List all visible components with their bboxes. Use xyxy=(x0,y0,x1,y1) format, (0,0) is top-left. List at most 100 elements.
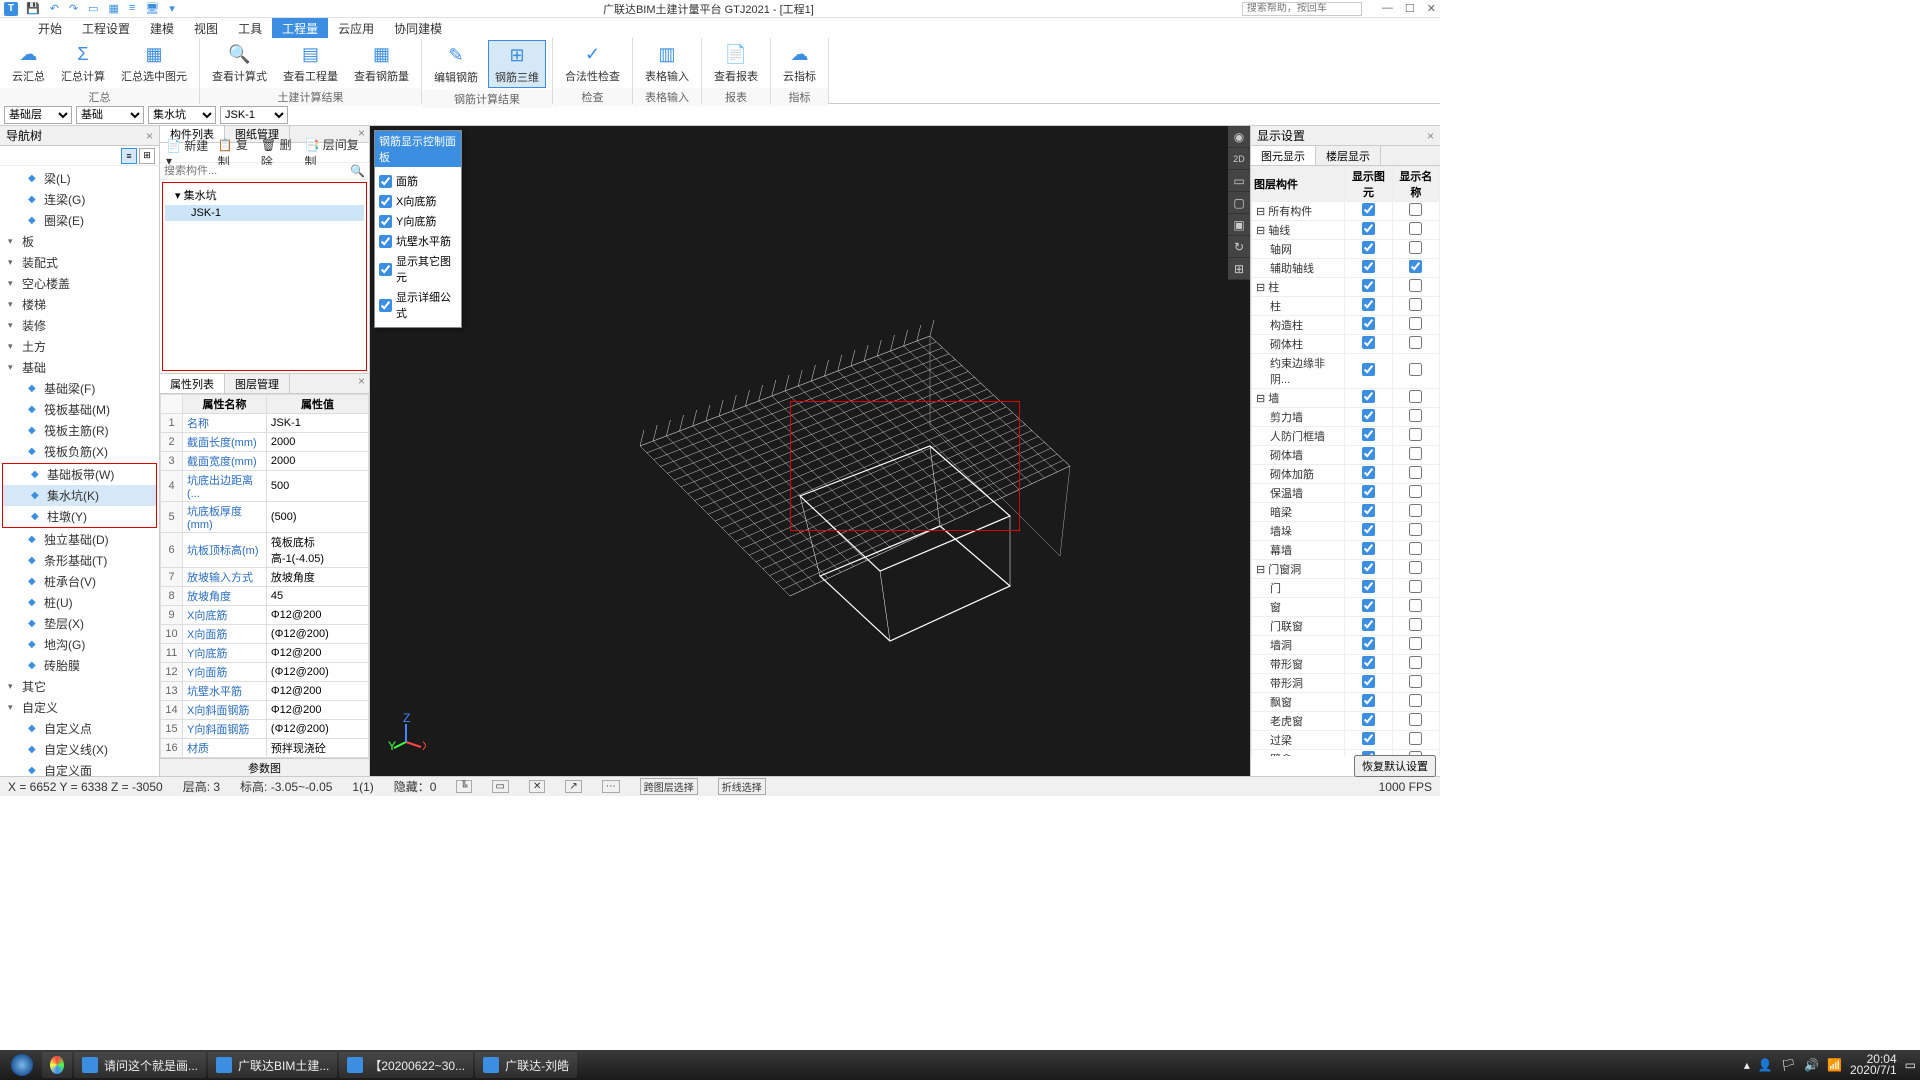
layer-row[interactable]: 门 xyxy=(1252,579,1345,598)
layer-row[interactable]: ⊟ 门窗洞 xyxy=(1252,560,1345,579)
layer-row[interactable]: 墙洞 xyxy=(1252,636,1345,655)
vp-grid-icon[interactable]: ⊞ xyxy=(1228,258,1250,280)
menu-tab-1[interactable]: 工程设置 xyxy=(72,18,140,38)
nav-item[interactable]: ◆自定义点 xyxy=(0,718,159,739)
floor-select[interactable]: 基础层 xyxy=(4,106,72,124)
vp-box-icon[interactable]: ▣ xyxy=(1228,214,1250,236)
nav-tree-close-icon[interactable]: × xyxy=(146,129,153,143)
show-name-checkbox[interactable] xyxy=(1409,675,1422,688)
menu-tab-4[interactable]: 工具 xyxy=(228,18,272,38)
show-name-checkbox[interactable] xyxy=(1409,485,1422,498)
qat-print-icon[interactable]: 🖥 xyxy=(145,2,159,15)
help-search-input[interactable] xyxy=(1242,2,1362,16)
show-element-checkbox[interactable] xyxy=(1362,298,1375,311)
layer-row[interactable]: 保温墙 xyxy=(1252,484,1345,503)
nav-group[interactable]: ▾装修 xyxy=(0,315,159,336)
prop-value[interactable]: 2000 xyxy=(266,452,368,471)
prop-value[interactable]: (Φ12@200) xyxy=(266,720,368,739)
show-element-checkbox[interactable] xyxy=(1362,485,1375,498)
ribbon-汇总计算[interactable]: Σ汇总计算 xyxy=(55,40,111,86)
nav-view-grid-icon[interactable]: ⊞ xyxy=(139,148,155,164)
nav-item[interactable]: ◆圈梁(E) xyxy=(0,210,159,231)
nav-item[interactable]: ◆筏板基础(M) xyxy=(0,399,159,420)
item-select[interactable]: JSK-1 xyxy=(220,106,288,124)
show-name-checkbox[interactable] xyxy=(1409,580,1422,593)
tab-element-display[interactable]: 图元显示 xyxy=(1251,146,1316,165)
nav-group[interactable]: ▾其它 xyxy=(0,676,159,697)
show-element-checkbox[interactable] xyxy=(1362,694,1375,707)
layer-row[interactable]: 剪力墙 xyxy=(1252,408,1345,427)
status-btn3[interactable]: ✕ xyxy=(529,780,545,793)
taskbar-item[interactable]: 广联达-刘皓 xyxy=(475,1052,577,1078)
show-name-checkbox[interactable] xyxy=(1409,203,1422,216)
show-name-checkbox[interactable] xyxy=(1409,363,1422,376)
show-name-checkbox[interactable] xyxy=(1409,732,1422,745)
ribbon-表格输入[interactable]: ▥表格输入 xyxy=(639,40,695,86)
nav-item[interactable]: ◆筏板主筋(R) xyxy=(0,420,159,441)
nav-item[interactable]: ◆连梁(G) xyxy=(0,189,159,210)
layer-row[interactable]: 门联窗 xyxy=(1252,617,1345,636)
layer-row[interactable]: 砌体柱 xyxy=(1252,335,1345,354)
layer-row[interactable]: ⊟ 墙 xyxy=(1252,389,1345,408)
layer-row[interactable]: 过梁 xyxy=(1252,731,1345,750)
taskbar-item[interactable]: 【20200622~30... xyxy=(339,1052,473,1078)
nav-group[interactable]: ▾楼梯 xyxy=(0,294,159,315)
show-element-checkbox[interactable] xyxy=(1362,447,1375,460)
prop-value[interactable]: Φ12@200 xyxy=(266,644,368,663)
show-name-checkbox[interactable] xyxy=(1409,222,1422,235)
tray-volume-icon[interactable]: 🔊 xyxy=(1804,1058,1819,1072)
show-element-checkbox[interactable] xyxy=(1362,203,1375,216)
prop-value[interactable]: Φ12@200 xyxy=(266,701,368,720)
nav-item[interactable]: ◆柱墩(Y) xyxy=(3,506,156,527)
tab-layer-mgmt[interactable]: 图层管理 xyxy=(225,374,290,393)
show-name-checkbox[interactable] xyxy=(1409,637,1422,650)
layer-row[interactable]: 轴网 xyxy=(1252,240,1345,259)
nav-item[interactable]: ◆地沟(G) xyxy=(0,634,159,655)
show-name-checkbox[interactable] xyxy=(1409,656,1422,669)
nav-item[interactable]: ◆梁(L) xyxy=(0,168,159,189)
prop-value[interactable]: JSK-1 xyxy=(266,414,368,433)
show-name-checkbox[interactable] xyxy=(1409,409,1422,422)
prop-value[interactable]: 预拌现浇砼 xyxy=(266,739,368,758)
qat-save-icon[interactable]: 💾 xyxy=(26,2,40,15)
nav-item[interactable]: ◆独立基础(D) xyxy=(0,529,159,550)
show-element-checkbox[interactable] xyxy=(1362,732,1375,745)
tray-up-icon[interactable]: ▴ xyxy=(1744,1058,1750,1072)
cross-layer-select[interactable]: 跨图层选择 xyxy=(640,778,698,795)
show-element-checkbox[interactable] xyxy=(1362,317,1375,330)
ribbon-钢筋三维[interactable]: ⊞钢筋三维 xyxy=(488,40,546,88)
layer-row[interactable]: 带形洞 xyxy=(1252,674,1345,693)
show-element-checkbox[interactable] xyxy=(1362,260,1375,273)
qat-block-icon[interactable]: ▦ xyxy=(109,2,119,15)
vp-view-icon[interactable]: ▢ xyxy=(1228,192,1250,214)
show-name-checkbox[interactable] xyxy=(1409,317,1422,330)
layer-row[interactable]: 构造柱 xyxy=(1252,316,1345,335)
show-element-checkbox[interactable] xyxy=(1362,656,1375,669)
layer-row[interactable]: 幕墙 xyxy=(1252,541,1345,560)
layer-row[interactable]: 砌体加筋 xyxy=(1252,465,1345,484)
ribbon-查看计算式[interactable]: 🔍查看计算式 xyxy=(206,40,273,86)
menu-tab-5[interactable]: 工程量 xyxy=(272,18,328,38)
show-element-checkbox[interactable] xyxy=(1362,618,1375,631)
show-name-checkbox[interactable] xyxy=(1409,428,1422,441)
ribbon-汇总选中图元[interactable]: ▦汇总选中图元 xyxy=(115,40,193,86)
tray-user-icon[interactable]: 👤 xyxy=(1758,1058,1773,1072)
show-name-checkbox[interactable] xyxy=(1409,241,1422,254)
taskbar-app1[interactable] xyxy=(42,1052,72,1078)
prop-value[interactable]: 放坡角度 xyxy=(266,568,368,587)
layer-row[interactable]: 辅助轴线 xyxy=(1252,259,1345,278)
nav-item[interactable]: ◆基础板带(W) xyxy=(3,464,156,485)
show-name-checkbox[interactable] xyxy=(1409,390,1422,403)
tab-floor-display[interactable]: 楼层显示 xyxy=(1316,146,1381,165)
show-element-checkbox[interactable] xyxy=(1362,637,1375,650)
show-name-checkbox[interactable] xyxy=(1409,504,1422,517)
layer-row[interactable]: 约束边缘非阴... xyxy=(1252,354,1345,389)
component-item[interactable]: JSK-1 xyxy=(165,205,364,221)
qat-align-icon[interactable]: ≡ xyxy=(129,2,135,15)
layer-row[interactable]: ⊟ 轴线 xyxy=(1252,221,1345,240)
show-element-checkbox[interactable] xyxy=(1362,363,1375,376)
ribbon-合法性检查[interactable]: ✓合法性检查 xyxy=(559,40,626,86)
show-element-checkbox[interactable] xyxy=(1362,561,1375,574)
prop-value[interactable]: (Φ12@200) xyxy=(266,625,368,644)
vp-rotate-icon[interactable]: ↻ xyxy=(1228,236,1250,258)
